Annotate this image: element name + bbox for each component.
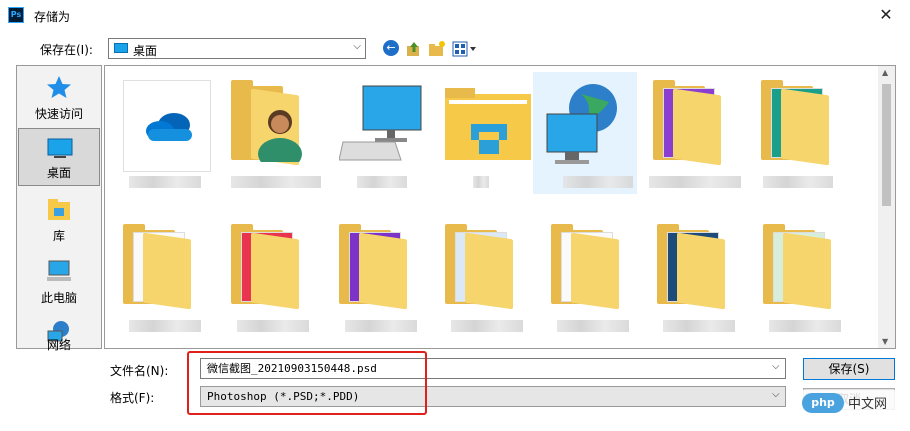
format-label: 格式(F): <box>110 391 155 405</box>
file-item[interactable] <box>649 216 753 338</box>
blurred-file-name <box>649 176 741 188</box>
blurred-file-name <box>663 320 735 332</box>
title-bar <box>0 0 910 30</box>
scroll-down-arrow[interactable]: ▼ <box>882 337 888 346</box>
watermark-text: 中文网 <box>848 397 888 412</box>
libraries-folder-icon <box>445 88 531 160</box>
place-desktop[interactable]: 桌面 <box>18 128 100 186</box>
desktop-icon <box>47 138 73 158</box>
file-item[interactable] <box>543 216 647 338</box>
blurred-file-name <box>345 320 417 332</box>
chevron-down-icon[interactable]: ⌵ <box>772 361 780 372</box>
blurred-file-name <box>563 176 633 188</box>
place-label: 此电脑 <box>40 291 77 305</box>
file-item[interactable] <box>753 72 857 194</box>
blurred-file-name <box>763 176 833 188</box>
file-item[interactable] <box>331 72 435 194</box>
place-label: 网络 <box>46 338 71 352</box>
folder-green-doc-icon <box>761 80 833 166</box>
place-label: 快速访问 <box>34 107 83 121</box>
onedrive-icon <box>123 80 211 172</box>
up-folder-icon[interactable] <box>405 40 423 58</box>
blurred-file-name <box>473 176 489 188</box>
blurred-file-name <box>231 176 321 188</box>
file-item[interactable] <box>437 72 541 194</box>
place-this-pc[interactable]: 此电脑 <box>18 252 100 310</box>
scroll-up-arrow[interactable]: ▲ <box>882 68 888 77</box>
desktop-small-icon <box>114 43 128 53</box>
file-item[interactable] <box>115 216 219 338</box>
scroll-thumb[interactable] <box>882 84 891 206</box>
folder-purple-doc-icon <box>339 224 411 310</box>
filename-label: 文件名(N): <box>110 364 169 378</box>
save-in-select[interactable]: 桌面 ⌵ <box>108 38 366 59</box>
vertical-scrollbar[interactable]: ▲ ▼ <box>878 66 895 348</box>
file-item-selected[interactable] <box>533 72 637 194</box>
photoshop-app-icon: Ps <box>8 7 24 23</box>
place-label: 库 <box>52 229 65 243</box>
annotation-highlight-box <box>187 351 427 415</box>
file-item[interactable] <box>223 72 327 194</box>
file-item[interactable] <box>755 216 859 338</box>
places-bar: 快速访问 桌面 库 此电脑 网络 <box>16 65 102 352</box>
back-icon[interactable]: ← <box>383 40 401 58</box>
file-item[interactable] <box>115 72 219 194</box>
dialog-title: 存储为 <box>34 10 71 24</box>
user-folder-icon <box>231 80 303 166</box>
library-icon <box>48 199 70 220</box>
folder-blue-doc-icon <box>445 224 517 310</box>
star-icon <box>47 76 71 98</box>
chevron-down-icon: ⌵ <box>353 41 361 52</box>
new-folder-icon[interactable] <box>428 40 446 58</box>
blurred-file-name <box>769 320 841 332</box>
blurred-file-name <box>129 176 201 188</box>
folder-person-icon <box>551 224 623 310</box>
blurred-file-name <box>451 320 523 332</box>
file-item[interactable] <box>437 216 541 338</box>
blurred-file-name <box>129 320 201 332</box>
network-globe-icon <box>546 84 617 164</box>
file-list[interactable]: ▲ ▼ <box>104 65 896 349</box>
file-item[interactable] <box>645 72 749 194</box>
save-button[interactable]: 保存(S) <box>803 358 895 380</box>
blurred-file-name <box>237 320 309 332</box>
place-library[interactable]: 库 <box>18 190 100 248</box>
save-in-value: 桌面 <box>133 44 158 58</box>
blurred-file-name <box>357 176 407 188</box>
blurred-file-name <box>557 320 629 332</box>
file-item[interactable] <box>331 216 435 338</box>
place-quick-access[interactable]: 快速访问 <box>18 68 100 126</box>
close-button[interactable]: ✕ <box>874 4 898 26</box>
chevron-down-icon[interactable]: ⌵ <box>772 389 780 400</box>
save-in-label: 保存在(I): <box>40 43 93 57</box>
php-logo: php <box>802 393 844 413</box>
folder-icon <box>123 224 195 310</box>
folder-chart-icon <box>657 224 729 310</box>
place-network[interactable]: 网络 <box>18 314 100 352</box>
view-menu-icon[interactable] <box>452 40 478 58</box>
this-pc-icon <box>339 85 422 161</box>
folder-sheet-icon <box>763 224 835 310</box>
place-label: 桌面 <box>46 166 71 180</box>
folder-red-doc-icon <box>231 224 303 310</box>
folder-purple-doc-icon <box>653 80 725 166</box>
computer-icon <box>47 260 71 281</box>
file-item[interactable] <box>223 216 327 338</box>
